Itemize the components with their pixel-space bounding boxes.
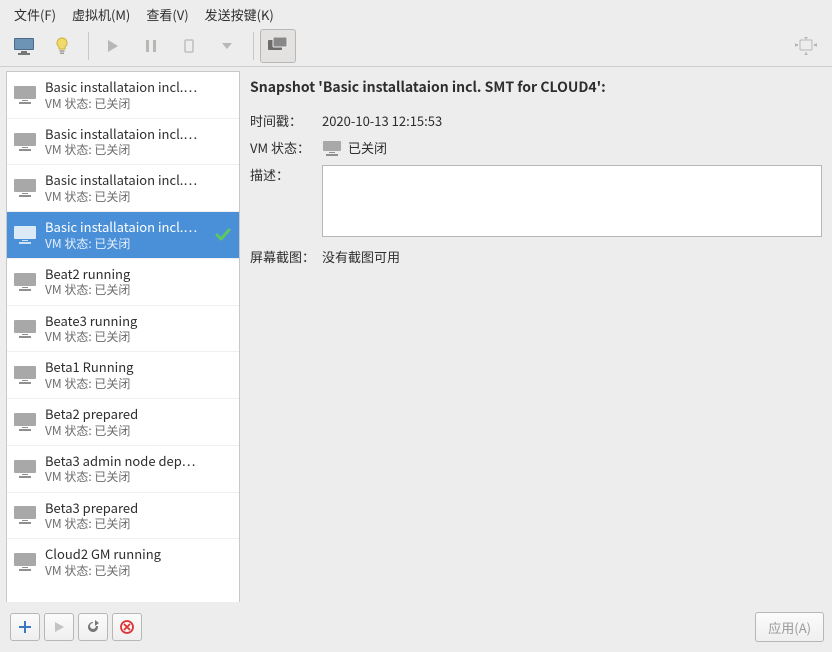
label-screenshot: 屏幕截图： xyxy=(250,247,322,266)
label-timestamp: 时间戳： xyxy=(250,111,322,130)
description-textarea[interactable] xyxy=(322,165,822,237)
details-pane: Snapshot 'Basic installataion incl. SMT … xyxy=(240,67,832,603)
lightbulb-icon xyxy=(53,37,71,55)
snapshot-item[interactable]: Basic installataion incl.…VM 状态: 已关闭 xyxy=(7,119,239,166)
snapshot-status: VM 状态: 已关闭 xyxy=(45,189,231,205)
snapshot-title: Basic installataion incl.… xyxy=(45,125,231,143)
refresh-snapshot-button[interactable] xyxy=(78,613,108,641)
menu-view[interactable]: 查看(V) xyxy=(138,3,196,26)
play-icon xyxy=(106,39,120,53)
snapshot-item[interactable]: Beate3 runningVM 状态: 已关闭 xyxy=(7,306,239,353)
value-timestamp: 2020-10-13 12:15:53 xyxy=(322,111,822,130)
snapshot-item[interactable]: Basic installataion incl.…VM 状态: 已关闭 xyxy=(7,72,239,119)
label-description: 描述： xyxy=(250,165,322,184)
run-button[interactable] xyxy=(95,29,131,63)
monitor-icon xyxy=(13,272,37,292)
pause-button[interactable] xyxy=(133,29,169,63)
snapshot-title: Basic installataion incl.… xyxy=(45,171,231,189)
monitor-icon xyxy=(13,132,37,152)
snapshot-list[interactable]: Basic installataion incl.…VM 状态: 已关闭Basi… xyxy=(6,71,240,603)
snapshot-status: VM 状态: 已关闭 xyxy=(45,563,231,579)
delete-icon xyxy=(120,620,134,634)
snapshot-title: Basic installataion incl.… xyxy=(45,78,231,96)
snapshot-title: Beta2 prepared xyxy=(45,405,231,423)
snapshot-title: Beta3 prepared xyxy=(45,499,231,517)
plus-icon xyxy=(18,620,32,634)
row-screenshot: 屏幕截图： 没有截图可用 xyxy=(250,247,822,266)
monitor-icon xyxy=(13,37,35,55)
monitor-icon xyxy=(322,140,342,156)
toolbar xyxy=(0,26,832,67)
check-icon xyxy=(215,227,231,243)
snapshot-status: VM 状态: 已关闭 xyxy=(45,236,231,252)
snapshot-status: VM 状态: 已关闭 xyxy=(45,96,231,112)
snapshot-item[interactable]: Beta3 admin node dep…VM 状态: 已关闭 xyxy=(7,446,239,493)
add-snapshot-button[interactable] xyxy=(10,613,40,641)
monitor-icon xyxy=(13,505,37,525)
monitor-icon xyxy=(13,552,37,572)
snapshot-status: VM 状态: 已关闭 xyxy=(45,516,231,532)
refresh-icon xyxy=(86,620,100,634)
snapshot-status: VM 状态: 已关闭 xyxy=(45,282,231,298)
snapshots-button[interactable] xyxy=(260,29,296,63)
monitor-icon xyxy=(13,459,37,479)
snapshot-header: Snapshot 'Basic installataion incl. SMT … xyxy=(250,77,822,97)
snapshot-item[interactable]: Cloud2 GM runningVM 状态: 已关闭 xyxy=(7,539,239,585)
toolbar-separator xyxy=(253,32,254,60)
fullscreen-button[interactable] xyxy=(788,29,824,63)
snapshot-title: Basic installataion incl.… xyxy=(45,218,231,236)
power-menu-button[interactable] xyxy=(209,29,245,63)
row-description: 描述： xyxy=(250,165,822,237)
fullscreen-icon xyxy=(795,37,817,55)
snapshots-icon xyxy=(267,37,289,55)
snapshot-item[interactable]: Beta2 preparedVM 状态: 已关闭 xyxy=(7,399,239,446)
snapshot-status: VM 状态: 已关闭 xyxy=(45,423,231,439)
delete-snapshot-button[interactable] xyxy=(112,613,142,641)
menu-vm[interactable]: 虚拟机(M) xyxy=(64,3,138,26)
monitor-icon xyxy=(13,365,37,385)
apply-button[interactable]: 应用(A) xyxy=(755,612,824,642)
monitor-icon xyxy=(13,85,37,105)
snapshot-title: Cloud2 GM running xyxy=(45,545,231,563)
pause-icon xyxy=(144,39,158,53)
power-icon xyxy=(180,37,198,55)
snapshot-item[interactable]: Beta3 preparedVM 状态: 已关闭 xyxy=(7,493,239,540)
left-pane: Basic installataion incl.…VM 状态: 已关闭Basi… xyxy=(0,67,240,603)
chevron-down-icon xyxy=(221,40,233,52)
snapshot-status: VM 状态: 已关闭 xyxy=(45,142,231,158)
menu-sendkey[interactable]: 发送按键(K) xyxy=(197,3,282,26)
snapshot-title: Beta3 admin node dep… xyxy=(45,452,231,470)
menu-file[interactable]: 文件(F) xyxy=(6,3,64,26)
snapshot-status: VM 状态: 已关闭 xyxy=(45,329,231,345)
main-area: Basic installataion incl.…VM 状态: 已关闭Basi… xyxy=(0,67,832,603)
menu-bar: 文件(F) 虚拟机(M) 查看(V) 发送按键(K) xyxy=(0,0,832,26)
monitor-icon xyxy=(13,412,37,432)
value-screenshot: 没有截图可用 xyxy=(322,247,822,266)
snapshot-item[interactable]: Beta1 RunningVM 状态: 已关闭 xyxy=(7,352,239,399)
snapshot-status: VM 状态: 已关闭 xyxy=(45,376,231,392)
snapshot-item[interactable]: Basic installataion incl.…VM 状态: 已关闭 xyxy=(7,212,239,259)
run-snapshot-button[interactable] xyxy=(44,613,74,641)
snapshot-item[interactable]: Beat2 runningVM 状态: 已关闭 xyxy=(7,259,239,306)
play-icon xyxy=(53,621,65,633)
console-button[interactable] xyxy=(6,29,42,63)
power-button[interactable] xyxy=(171,29,207,63)
footer-bar: 应用(A) xyxy=(0,602,832,652)
monitor-icon xyxy=(13,225,37,245)
label-vmstate: VM 状态： xyxy=(250,138,322,157)
monitor-icon xyxy=(13,178,37,198)
value-vmstate: 已关闭 xyxy=(322,138,822,157)
vmstate-text: 已关闭 xyxy=(348,138,387,157)
row-vmstate: VM 状态： 已关闭 xyxy=(250,138,822,157)
toolbar-separator xyxy=(88,32,89,60)
snapshot-item[interactable]: Basic installataion incl.…VM 状态: 已关闭 xyxy=(7,165,239,212)
snapshot-status: VM 状态: 已关闭 xyxy=(45,469,231,485)
snapshot-title: Beat2 running xyxy=(45,265,231,283)
monitor-icon xyxy=(13,319,37,339)
info-button[interactable] xyxy=(44,29,80,63)
snapshot-title: Beta1 Running xyxy=(45,358,231,376)
row-timestamp: 时间戳： 2020-10-13 12:15:53 xyxy=(250,111,822,130)
snapshot-title: Beate3 running xyxy=(45,312,231,330)
